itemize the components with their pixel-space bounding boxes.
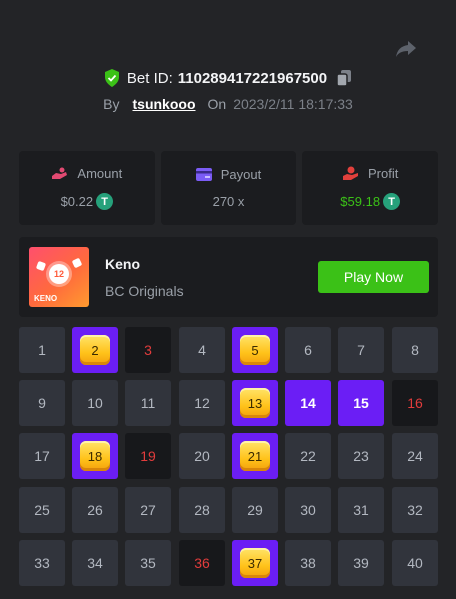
copy-icon[interactable] (336, 69, 352, 87)
game-name: Keno (105, 256, 140, 272)
keno-cell-10[interactable]: 10 (72, 380, 118, 426)
keno-cell-40[interactable]: 40 (392, 540, 438, 586)
keno-cell-14[interactable]: 14 (285, 380, 331, 426)
keno-cell-11[interactable]: 11 (125, 380, 171, 426)
on-label: On (207, 96, 227, 112)
keno-cell-9[interactable]: 9 (19, 380, 65, 426)
username-link[interactable]: tsunkooo (133, 96, 196, 112)
bet-id-label: Bet ID: (126, 69, 173, 87)
keno-cell-4[interactable]: 4 (179, 327, 225, 373)
payout-label: Payout (220, 167, 262, 182)
keno-cell-13[interactable]: 13 (232, 380, 278, 426)
share-icon (396, 41, 416, 57)
stats-panel: Amount $0.22 T Payout 270 x Profit $59.1… (19, 151, 439, 225)
gem-icon: 37 (240, 548, 270, 578)
bet-id-value: 110289417221967500 (177, 69, 328, 87)
keno-cell-37[interactable]: 37 (232, 540, 278, 586)
gem-icon: 2 (80, 335, 110, 365)
profit-stat: Profit $59.18 T (302, 151, 439, 225)
keno-cell-33[interactable]: 33 (19, 540, 65, 586)
gem-icon: 21 (240, 441, 270, 471)
keno-cell-39[interactable]: 39 (338, 540, 384, 586)
play-now-button[interactable]: Play Now (318, 261, 429, 293)
keno-cell-12[interactable]: 12 (179, 380, 225, 426)
gem-icon: 13 (240, 388, 270, 418)
hand-coin-icon (52, 167, 68, 179)
keno-thumbnail[interactable]: 12 KENO (29, 247, 89, 307)
keno-cell-34[interactable]: 34 (72, 540, 118, 586)
keno-cell-32[interactable]: 32 (392, 487, 438, 533)
keno-cell-25[interactable]: 25 (19, 487, 65, 533)
keno-cell-1[interactable]: 1 (19, 327, 65, 373)
by-label: By (103, 96, 120, 112)
gem-icon: 18 (80, 441, 110, 471)
keno-cell-29[interactable]: 29 (232, 487, 278, 533)
keno-cell-23[interactable]: 23 (338, 433, 384, 479)
author-row: By tsunkooo On 2023/2/11 18:17:33 (0, 96, 456, 112)
keno-cell-15[interactable]: 15 (338, 380, 384, 426)
thumbnail-label: KENO (34, 294, 58, 303)
keno-cell-5[interactable]: 5 (232, 327, 278, 373)
keno-board: 1 2 3 4 5 6 7 8 9 10 11 12 13 14 15 16 17 18 19 20 21 22 23 24 2… (19, 327, 438, 586)
keno-cell-28[interactable]: 28 (179, 487, 225, 533)
keno-cell-20[interactable]: 20 (179, 433, 225, 479)
keno-ball-icon: 12 (49, 264, 69, 284)
bet-id-row: Bet ID: 110289417221967500 (0, 69, 456, 87)
bet-date: 2023/2/11 18:17:33 (233, 96, 353, 112)
amount-value: $0.22 (60, 194, 94, 209)
game-provider: BC Originals (105, 283, 184, 299)
keno-cell-21[interactable]: 21 (232, 433, 278, 479)
profit-label: Profit (368, 166, 399, 181)
keno-cell-24[interactable]: 24 (392, 433, 438, 479)
keno-cell-35[interactable]: 35 (125, 540, 171, 586)
profit-value: $59.18 (340, 194, 381, 209)
keno-cell-16[interactable]: 16 (392, 380, 438, 426)
shield-check-icon (104, 69, 119, 87)
card-icon (195, 168, 212, 181)
keno-cell-2[interactable]: 2 (72, 327, 118, 373)
dice-icon (35, 260, 47, 272)
keno-cell-17[interactable]: 17 (19, 433, 65, 479)
keno-cell-7[interactable]: 7 (338, 327, 384, 373)
keno-cell-6[interactable]: 6 (285, 327, 331, 373)
amount-label: Amount (77, 166, 123, 181)
keno-cell-26[interactable]: 26 (72, 487, 118, 533)
keno-cell-30[interactable]: 30 (285, 487, 331, 533)
payout-value: 270 x (212, 194, 245, 209)
dice-icon (71, 257, 83, 269)
keno-cell-38[interactable]: 38 (285, 540, 331, 586)
tether-icon: T (383, 193, 401, 210)
tether-icon: T (96, 193, 114, 210)
game-card: 12 KENO Keno BC Originals Play Now (19, 237, 438, 317)
amount-stat: Amount $0.22 T (19, 151, 155, 225)
keno-cell-18[interactable]: 18 (72, 433, 118, 479)
keno-cell-8[interactable]: 8 (392, 327, 438, 373)
keno-cell-27[interactable]: 27 (125, 487, 171, 533)
share-button[interactable] (394, 38, 418, 60)
keno-cell-31[interactable]: 31 (338, 487, 384, 533)
gem-icon: 5 (240, 335, 270, 365)
keno-cell-19[interactable]: 19 (125, 433, 171, 479)
hand-money-icon (343, 166, 358, 180)
payout-stat: Payout 270 x (160, 151, 297, 225)
keno-cell-3[interactable]: 3 (125, 327, 171, 373)
keno-cell-22[interactable]: 22 (285, 433, 331, 479)
keno-cell-36[interactable]: 36 (179, 540, 225, 586)
